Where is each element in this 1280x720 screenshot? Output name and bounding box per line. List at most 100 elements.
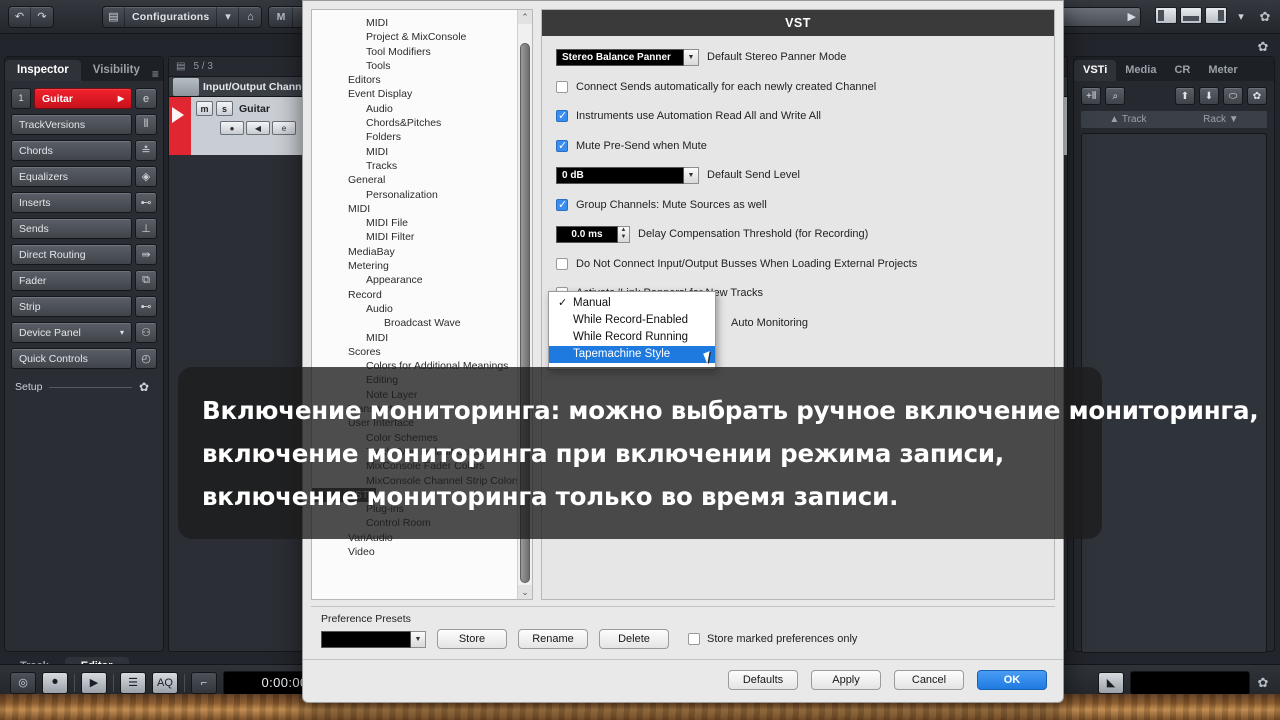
quick-controls-icon[interactable]: ◴	[135, 348, 157, 369]
metronome-icon[interactable]: ◎	[10, 671, 36, 694]
transport-gear-icon[interactable]: ✿	[1256, 675, 1270, 690]
inspector-label[interactable]: Inserts	[11, 192, 132, 213]
ok-button[interactable]: OK	[977, 670, 1047, 690]
track-record-button[interactable]: ●	[220, 121, 244, 135]
instruments-automation-checkbox[interactable]	[556, 109, 568, 123]
edit-channel-icon[interactable]: e	[135, 88, 157, 109]
undo-icon[interactable]: ↶	[9, 6, 31, 27]
inspector-label[interactable]: Device Panel ▾	[11, 322, 132, 343]
scroll-down-icon[interactable]: ⌄	[518, 585, 532, 599]
window-layout-buttons[interactable]: ▾	[1155, 6, 1252, 27]
transport-right-icon[interactable]: ◣	[1098, 671, 1124, 694]
chevron-down-icon[interactable]: ▼	[684, 166, 699, 184]
stepper-down-icon[interactable]: ▼	[618, 234, 629, 242]
configurations-button[interactable]: Configurations	[125, 6, 218, 27]
inspector-item-equalizers[interactable]: Equalizers ◈	[11, 166, 157, 187]
tab-cr[interactable]: CR	[1165, 60, 1199, 81]
layout-left-button[interactable]	[1155, 6, 1177, 24]
menu-item-while-record-enabled[interactable]: While Record-Enabled	[549, 312, 715, 329]
inserts-icon[interactable]: ⊷	[135, 192, 157, 213]
tree-item[interactable]: MIDI	[312, 16, 532, 30]
inspector-label[interactable]: Strip	[11, 296, 132, 317]
mute-presend-row[interactable]: Mute Pre-Send when Mute	[556, 137, 1040, 155]
tree-item[interactable]: Personalization	[312, 188, 532, 202]
do-not-connect-busses-checkbox[interactable]	[556, 257, 568, 270]
delay-compensation-stepper[interactable]: 0.0 ms ▲ ▼	[556, 225, 630, 243]
column-track[interactable]: ▲ Track	[1109, 114, 1146, 125]
inspector-setup-row[interactable]: Setup ✿	[11, 374, 157, 394]
inspector-item-sends[interactable]: Sends ⊥	[11, 218, 157, 239]
tab-inspector[interactable]: Inspector	[5, 60, 81, 81]
delete-button[interactable]: Delete	[599, 629, 669, 649]
inspector-label[interactable]: Sends	[11, 218, 132, 239]
track-edit-button[interactable]: e	[272, 121, 296, 135]
inspector-label[interactable]: Equalizers	[11, 166, 132, 187]
store-marked-row[interactable]: Store marked preferences only	[688, 633, 857, 645]
connect-sends-checkbox[interactable]	[556, 80, 568, 93]
tree-item[interactable]: MIDI	[312, 145, 532, 159]
locator-icon[interactable]: ⌐	[191, 671, 217, 694]
store-marked-checkbox[interactable]	[688, 633, 700, 645]
move-up-icon[interactable]: ⬆	[1175, 87, 1195, 105]
tree-item[interactable]: MIDI Filter	[312, 230, 532, 244]
history-buttons[interactable]: ↶ ↷	[8, 5, 54, 28]
apply-button[interactable]: Apply	[811, 670, 881, 690]
chevron-down-icon[interactable]: ▼	[684, 48, 699, 66]
secondary-gear-icon[interactable]: ✿	[1256, 40, 1270, 54]
mute-presend-checkbox[interactable]	[556, 139, 568, 153]
cancel-button[interactable]: Cancel	[894, 670, 964, 690]
trackversions-icon[interactable]: ⦀	[135, 114, 157, 135]
setup-gear-icon[interactable]: ✿	[139, 380, 149, 394]
tree-item[interactable]: Metering	[312, 259, 532, 273]
layout-bottom-button[interactable]	[1180, 6, 1202, 24]
tree-item[interactable]: Project & MixConsole	[312, 30, 532, 44]
inspector-label[interactable]: Fader	[11, 270, 132, 291]
inspector-label[interactable]: TrackVersions	[11, 114, 132, 135]
tree-item[interactable]: MIDI	[312, 202, 532, 216]
tree-item[interactable]: Folders	[312, 130, 532, 144]
inspector-label[interactable]: Chords	[11, 140, 132, 161]
grid-icon[interactable]: ▤	[103, 6, 125, 27]
layout-chevron-icon[interactable]: ▾	[1230, 7, 1252, 27]
strip-icon[interactable]: ⊷	[135, 296, 157, 317]
search-icon[interactable]: ⌕	[1105, 87, 1126, 105]
track-monitor-button[interactable]: ◀	[246, 121, 270, 135]
scroll-up-icon[interactable]: ⌃	[518, 10, 532, 24]
sends-icon[interactable]: ⊥	[135, 218, 157, 239]
inspector-track-row[interactable]: 1 Guitar ▶ e	[11, 88, 157, 109]
chevron-down-icon[interactable]: ▾	[217, 6, 240, 27]
defaults-button[interactable]: Defaults	[728, 670, 798, 690]
tree-item[interactable]: MIDI File	[312, 216, 532, 230]
move-down-icon[interactable]: ⬇	[1199, 87, 1219, 105]
play-icon[interactable]: ▶	[81, 671, 107, 694]
inspector-item-guitar[interactable]: Guitar ▶	[34, 88, 132, 109]
chevron-down-icon[interactable]: ▼	[411, 630, 426, 648]
tree-item[interactable]: Audio	[312, 102, 532, 116]
hamburger-icon[interactable]: ≡	[152, 67, 167, 81]
inspector-item-device-panel[interactable]: Device Panel ▾ ⚇	[11, 322, 157, 343]
tab-visibility[interactable]: Visibility	[81, 60, 152, 81]
menu-item-while-record-running[interactable]: While Record Running	[549, 329, 715, 346]
inspector-label[interactable]: Direct Routing	[11, 244, 132, 265]
secondary-display[interactable]	[1130, 670, 1250, 695]
gear-icon[interactable]: ✿	[1258, 9, 1272, 24]
direct-routing-icon[interactable]: ⇛	[135, 244, 157, 265]
column-rack[interactable]: Rack ▼	[1203, 114, 1238, 125]
track-mute-button[interactable]: m	[196, 101, 213, 116]
record-icon[interactable]: ⏺	[42, 671, 68, 694]
tab-vsti[interactable]: VSTi	[1074, 60, 1117, 81]
equalizers-icon[interactable]: ◈	[135, 166, 157, 187]
group-channels-checkbox[interactable]	[556, 198, 568, 212]
inspector-item-inserts[interactable]: Inserts ⊷	[11, 192, 157, 213]
configurations-group[interactable]: ▤ Configurations ▾ ⌂	[102, 5, 263, 28]
tree-item[interactable]: MediaBay	[312, 245, 532, 259]
tree-item[interactable]: Scores	[312, 345, 532, 359]
stepper-up-icon[interactable]: ▲	[618, 227, 629, 235]
inspector-label[interactable]: Quick Controls	[11, 348, 132, 369]
tree-item[interactable]: Editors	[312, 73, 532, 87]
rename-button[interactable]: Rename	[518, 629, 588, 649]
tab-media[interactable]: Media	[1116, 60, 1165, 81]
tree-item[interactable]: Audio	[312, 302, 532, 316]
lock-icon[interactable]: ⌂	[239, 7, 261, 27]
tree-item[interactable]: Record	[312, 288, 532, 302]
